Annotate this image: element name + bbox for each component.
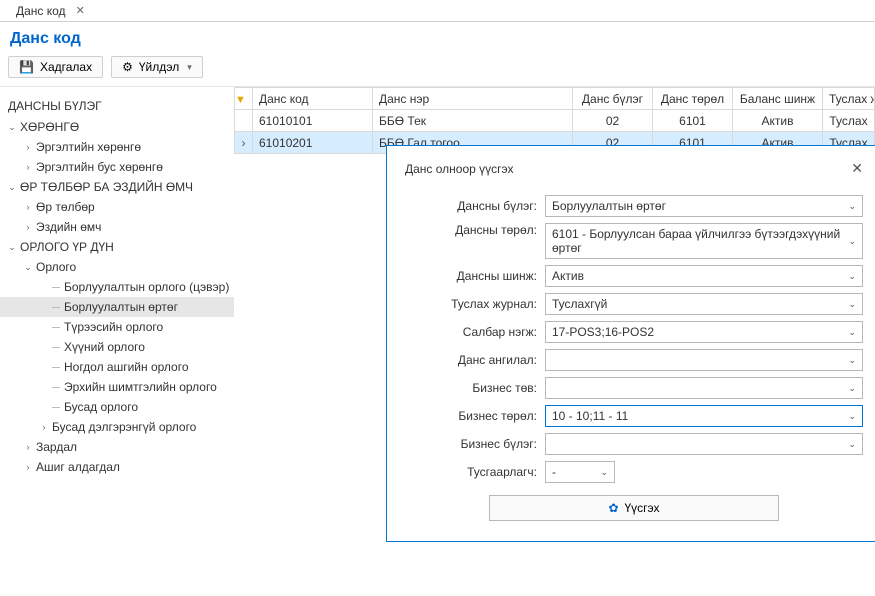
combo-separator[interactable]: -⌄ [545, 461, 615, 483]
create-label: Үүсгэх [625, 501, 660, 515]
toolbar: Хадгалах Үйлдэл ▾ [0, 54, 875, 87]
sidebar: ДАНСНЫ БҮЛЭГ ⌄ХӨРӨНГӨ ›Эргэлтийн хөрөнгө… [0, 87, 234, 589]
expand-icon[interactable]: › [22, 222, 34, 232]
tree-node-gain-loss[interactable]: ›Ашиг алдагдал [0, 457, 234, 477]
chevron-down-icon: ⌄ [848, 327, 856, 338]
chevron-down-icon: ⌄ [848, 439, 856, 450]
bulk-create-dialog: Данс олноор үүсгэх ✕ Дансны бүлэг: Борлу… [386, 145, 875, 542]
label-biz-group: Бизнес бүлэг: [405, 437, 545, 451]
col-type[interactable]: Данс төрөл [653, 88, 733, 110]
dialog-close-icon[interactable]: ✕ [851, 160, 863, 177]
combo-balance[interactable]: Актив⌄ [545, 265, 863, 287]
table-row[interactable]: 61010101 ББӨ Тек 02 6101 Актив Туслах [235, 110, 875, 132]
action-button[interactable]: Үйлдэл ▾ [111, 56, 203, 78]
chevron-down-icon: ⌄ [848, 299, 856, 310]
tree-leaf-cogs[interactable]: Борлуулалтын өртөг [0, 297, 234, 317]
combo-biz-group[interactable]: ⌄ [545, 433, 863, 455]
tree-leaf-royalty[interactable]: Эрхийн шимтгэлийн орлого [0, 377, 234, 397]
create-button[interactable]: ✿ Үүсгэх [489, 495, 779, 521]
combo-aux[interactable]: Туслахгүй⌄ [545, 293, 863, 315]
tree-leaf-rent[interactable]: Түрээсийн орлого [0, 317, 234, 337]
label-balance: Дансны шинж: [405, 269, 545, 283]
accounts-grid[interactable]: ▼ Данс код Данс нэр Данс бүлэг Данс төрө… [234, 87, 875, 154]
label-branch: Салбар нэгж: [405, 325, 545, 339]
chevron-down-icon: ⌄ [848, 383, 856, 394]
gear-icon: ✿ [608, 501, 618, 515]
col-code[interactable]: Данс код [253, 88, 373, 110]
combo-biz-type[interactable]: 10 - 10;11 - 11⌄ [545, 405, 863, 427]
combo-category[interactable]: ⌄ [545, 349, 863, 371]
tree-leaf-interest[interactable]: Хүүний орлого [0, 337, 234, 357]
label-type: Дансны төрөл: [405, 223, 545, 237]
col-aux[interactable]: Туслах жу [823, 88, 875, 110]
expand-icon[interactable]: ⌄ [6, 122, 18, 133]
label-biz-type: Бизнес төрөл: [405, 409, 545, 423]
tree-node-liabilities[interactable]: ›Өр төлбөр [0, 197, 234, 217]
combo-group[interactable]: Борлуулалтын өртөг⌄ [545, 195, 863, 217]
col-group[interactable]: Данс бүлэг [573, 88, 653, 110]
col-name[interactable]: Данс нэр [373, 88, 573, 110]
chevron-down-icon: ⌄ [600, 467, 608, 478]
sidebar-title: ДАНСНЫ БҮЛЭГ [0, 95, 234, 117]
action-label: Үйлдэл [139, 60, 179, 74]
tree-node-income[interactable]: ⌄Орлого [0, 257, 234, 277]
combo-biz-center[interactable]: ⌄ [545, 377, 863, 399]
dialog-title: Данс олноор үүсгэх [405, 162, 514, 176]
close-icon[interactable]: ✕ [76, 4, 85, 17]
page-title: Данс код [0, 22, 875, 54]
tab-bar: Данс код ✕ [0, 0, 875, 22]
expand-icon[interactable]: › [22, 462, 34, 472]
tab-title: Данс код [16, 4, 66, 18]
chevron-down-icon: ⌄ [848, 411, 856, 422]
expand-icon[interactable]: › [22, 162, 34, 172]
filter-icon: ▼ [235, 94, 246, 106]
label-biz-center: Бизнес төв: [405, 381, 545, 395]
content-area: ▼ Данс код Данс нэр Данс бүлэг Данс төрө… [234, 87, 875, 589]
expand-icon[interactable]: ⌄ [6, 242, 18, 253]
label-group: Дансны бүлэг: [405, 199, 545, 213]
label-category: Данс ангилал: [405, 353, 545, 367]
chevron-down-icon: ▾ [187, 62, 192, 73]
tree-leaf-other-detailed[interactable]: ›Бусад дэлгэрэнгүй орлого [0, 417, 234, 437]
chevron-down-icon: ⌄ [848, 271, 856, 282]
label-aux: Туслах журнал: [405, 297, 545, 311]
label-separator: Тусгаарлагч: [405, 465, 545, 479]
tree-leaf-dividend[interactable]: Ногдол ашгийн орлого [0, 357, 234, 377]
tree-node-expense[interactable]: ›Зардал [0, 437, 234, 457]
tree-leaf-other[interactable]: Бусад орлого [0, 397, 234, 417]
save-label: Хадгалах [40, 60, 92, 74]
col-balance[interactable]: Баланс шинж [733, 88, 823, 110]
filter-header[interactable]: ▼ [235, 88, 253, 110]
tree-node-liab-equity[interactable]: ⌄ӨР ТӨЛБӨР БА ЭЗДИЙН ӨМЧ [0, 177, 234, 197]
expand-icon[interactable]: › [22, 142, 34, 152]
combo-branch[interactable]: 17-POS3;16-POS2⌄ [545, 321, 863, 343]
expand-icon[interactable]: › [22, 442, 34, 452]
tree-node-noncurrent-assets[interactable]: ›Эргэлтийн бус хөрөнгө [0, 157, 234, 177]
expand-icon[interactable]: ⌄ [6, 182, 18, 193]
tab-active[interactable]: Данс код ✕ [6, 0, 95, 22]
tree-node-current-assets[interactable]: ›Эргэлтийн хөрөнгө [0, 137, 234, 157]
row-indicator-icon: › [235, 132, 253, 154]
save-button[interactable]: Хадгалах [8, 56, 103, 78]
tree-node-equity[interactable]: ›Эздийн өмч [0, 217, 234, 237]
chevron-down-icon: ⌄ [848, 355, 856, 366]
expand-icon[interactable]: ⌄ [22, 262, 34, 273]
tree-leaf-sales-net[interactable]: Борлуулалтын орлого (цэвэр) [0, 277, 234, 297]
save-icon [19, 60, 34, 74]
gear-icon [122, 60, 133, 74]
chevron-down-icon: ⌄ [848, 236, 856, 247]
chevron-down-icon: ⌄ [848, 201, 856, 212]
combo-type[interactable]: 6101 - Борлуулсан бараа үйлчилгээ бүтээг… [545, 223, 863, 259]
tree-node-assets[interactable]: ⌄ХӨРӨНГӨ [0, 117, 234, 137]
expand-icon[interactable]: › [22, 202, 34, 212]
tree-node-income-result[interactable]: ⌄ОРЛОГО ҮР ДҮН [0, 237, 234, 257]
expand-icon[interactable]: › [38, 422, 50, 432]
